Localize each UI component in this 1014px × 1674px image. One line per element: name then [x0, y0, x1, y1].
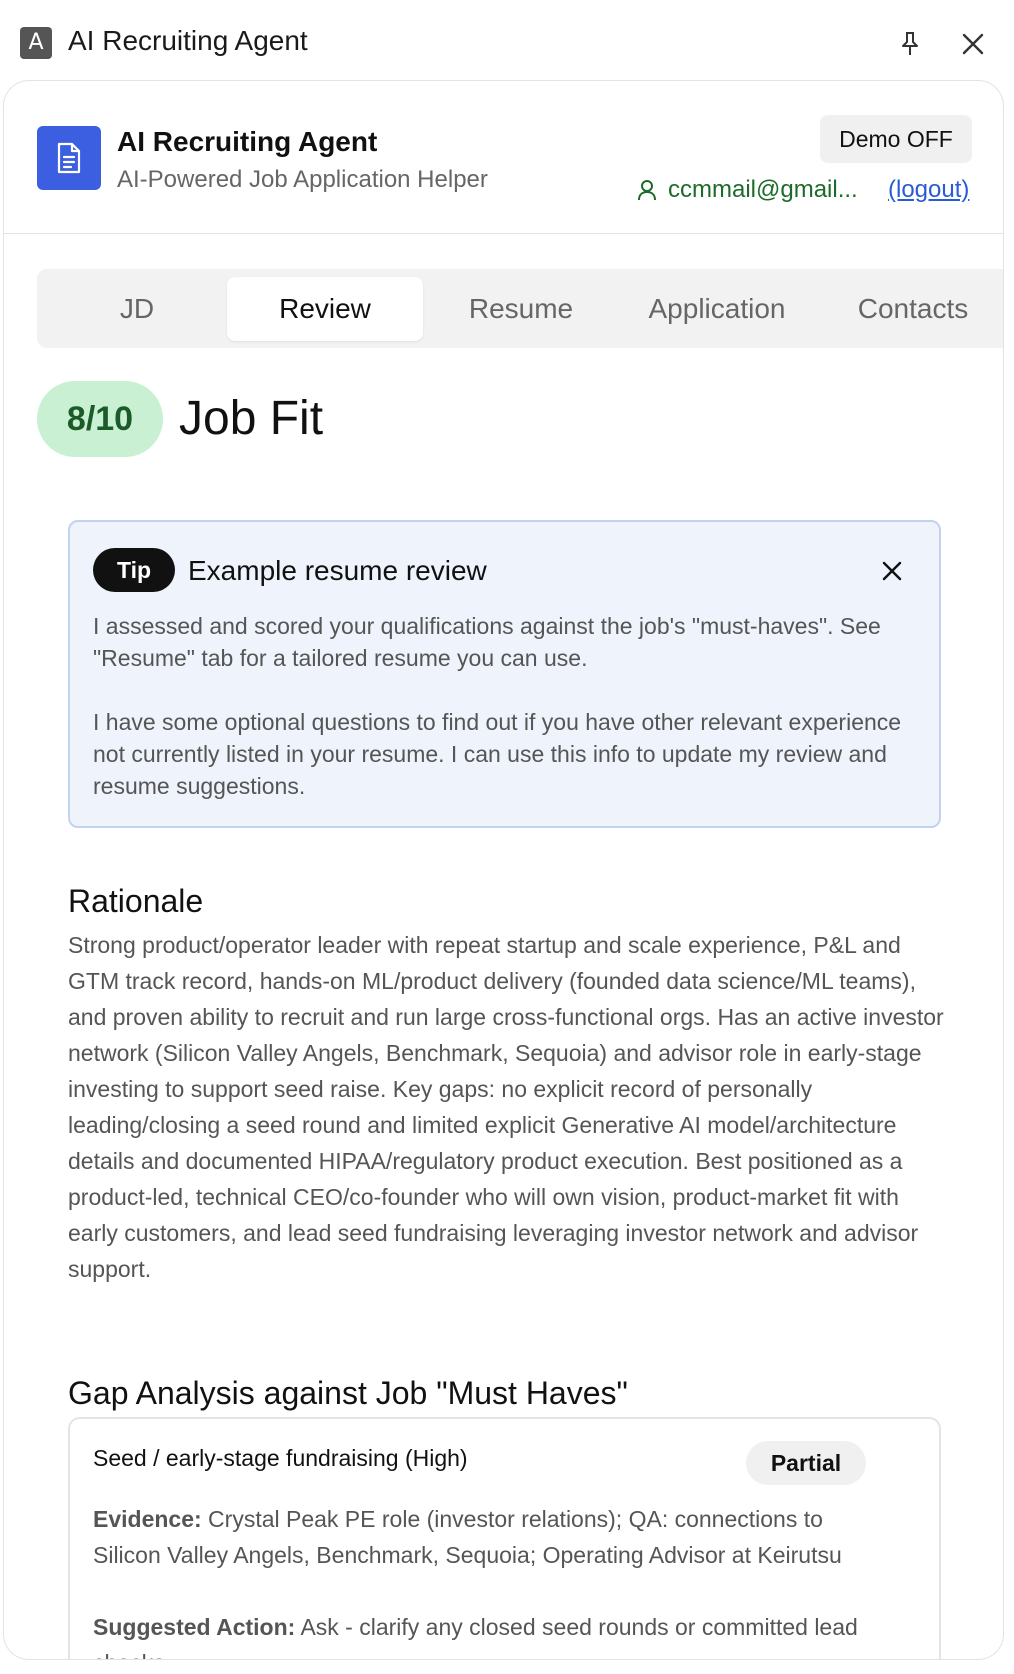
tab-review[interactable]: Review: [227, 277, 423, 341]
close-tip-icon[interactable]: [876, 555, 908, 587]
rationale-heading: Rationale: [68, 883, 204, 919]
evidence-label: Evidence:: [93, 1506, 202, 1532]
tip-badge: Tip: [93, 548, 175, 592]
tab-contacts[interactable]: Contacts: [815, 277, 1003, 341]
job-fit-heading: Job Fit: [179, 392, 324, 445]
tip-paragraph-2: I have some optional questions to find o…: [93, 709, 902, 799]
gap-title: Seed / early-stage fundraising (High): [93, 1445, 468, 1471]
rationale-text: Strong product/operator leader with repe…: [68, 932, 944, 1282]
suggested-action-label: Suggested Action:: [93, 1614, 296, 1640]
side-panel: AI Recruiting Agent AI-Powered Job Appli…: [3, 80, 1004, 1660]
document-icon: [37, 126, 101, 190]
tab-resume[interactable]: Resume: [423, 277, 619, 341]
user-info: ccmmail@gmail... (logout): [634, 173, 969, 207]
pin-icon[interactable]: [890, 24, 930, 64]
app-subtitle: AI-Powered Job Application Helper: [117, 166, 488, 193]
window-titlebar: A AI Recruiting Agent: [0, 0, 1014, 82]
evidence-text: Crystal Peak PE role (investor relations…: [93, 1506, 842, 1568]
tip-title: Example resume review: [188, 555, 487, 586]
tab-application[interactable]: Application: [619, 277, 815, 341]
user-icon: [634, 177, 660, 203]
fit-score-badge: 8/10: [37, 381, 163, 457]
user-email: ccmmail@gmail...: [668, 176, 858, 203]
panel-header: AI Recruiting Agent AI-Powered Job Appli…: [4, 81, 1003, 234]
gap-analysis-heading: Gap Analysis against Job "Must Haves": [68, 1375, 628, 1411]
tip-card: Tip Example resume review I assessed and…: [68, 520, 941, 828]
demo-toggle-button[interactable]: Demo OFF: [820, 115, 972, 163]
gap-status-badge: Partial: [746, 1441, 866, 1485]
window-title: AI Recruiting Agent: [68, 25, 308, 56]
tip-paragraph-1: I assessed and scored your qualification…: [93, 613, 881, 671]
gap-evidence: Evidence: Crystal Peak PE role (investor…: [93, 1501, 893, 1573]
gap-card: Seed / early-stage fundraising (High) Pa…: [68, 1417, 941, 1659]
app-icon: A: [20, 27, 52, 59]
tab-jd[interactable]: JD: [47, 277, 227, 341]
logout-link[interactable]: (logout): [888, 176, 969, 204]
close-window-icon[interactable]: [953, 24, 993, 64]
app-title: AI Recruiting Agent: [117, 126, 378, 157]
gap-suggested-action: Suggested Action: Ask - clarify any clos…: [93, 1609, 893, 1659]
tab-bar: JD Review Resume Application Contacts: [37, 269, 1003, 348]
